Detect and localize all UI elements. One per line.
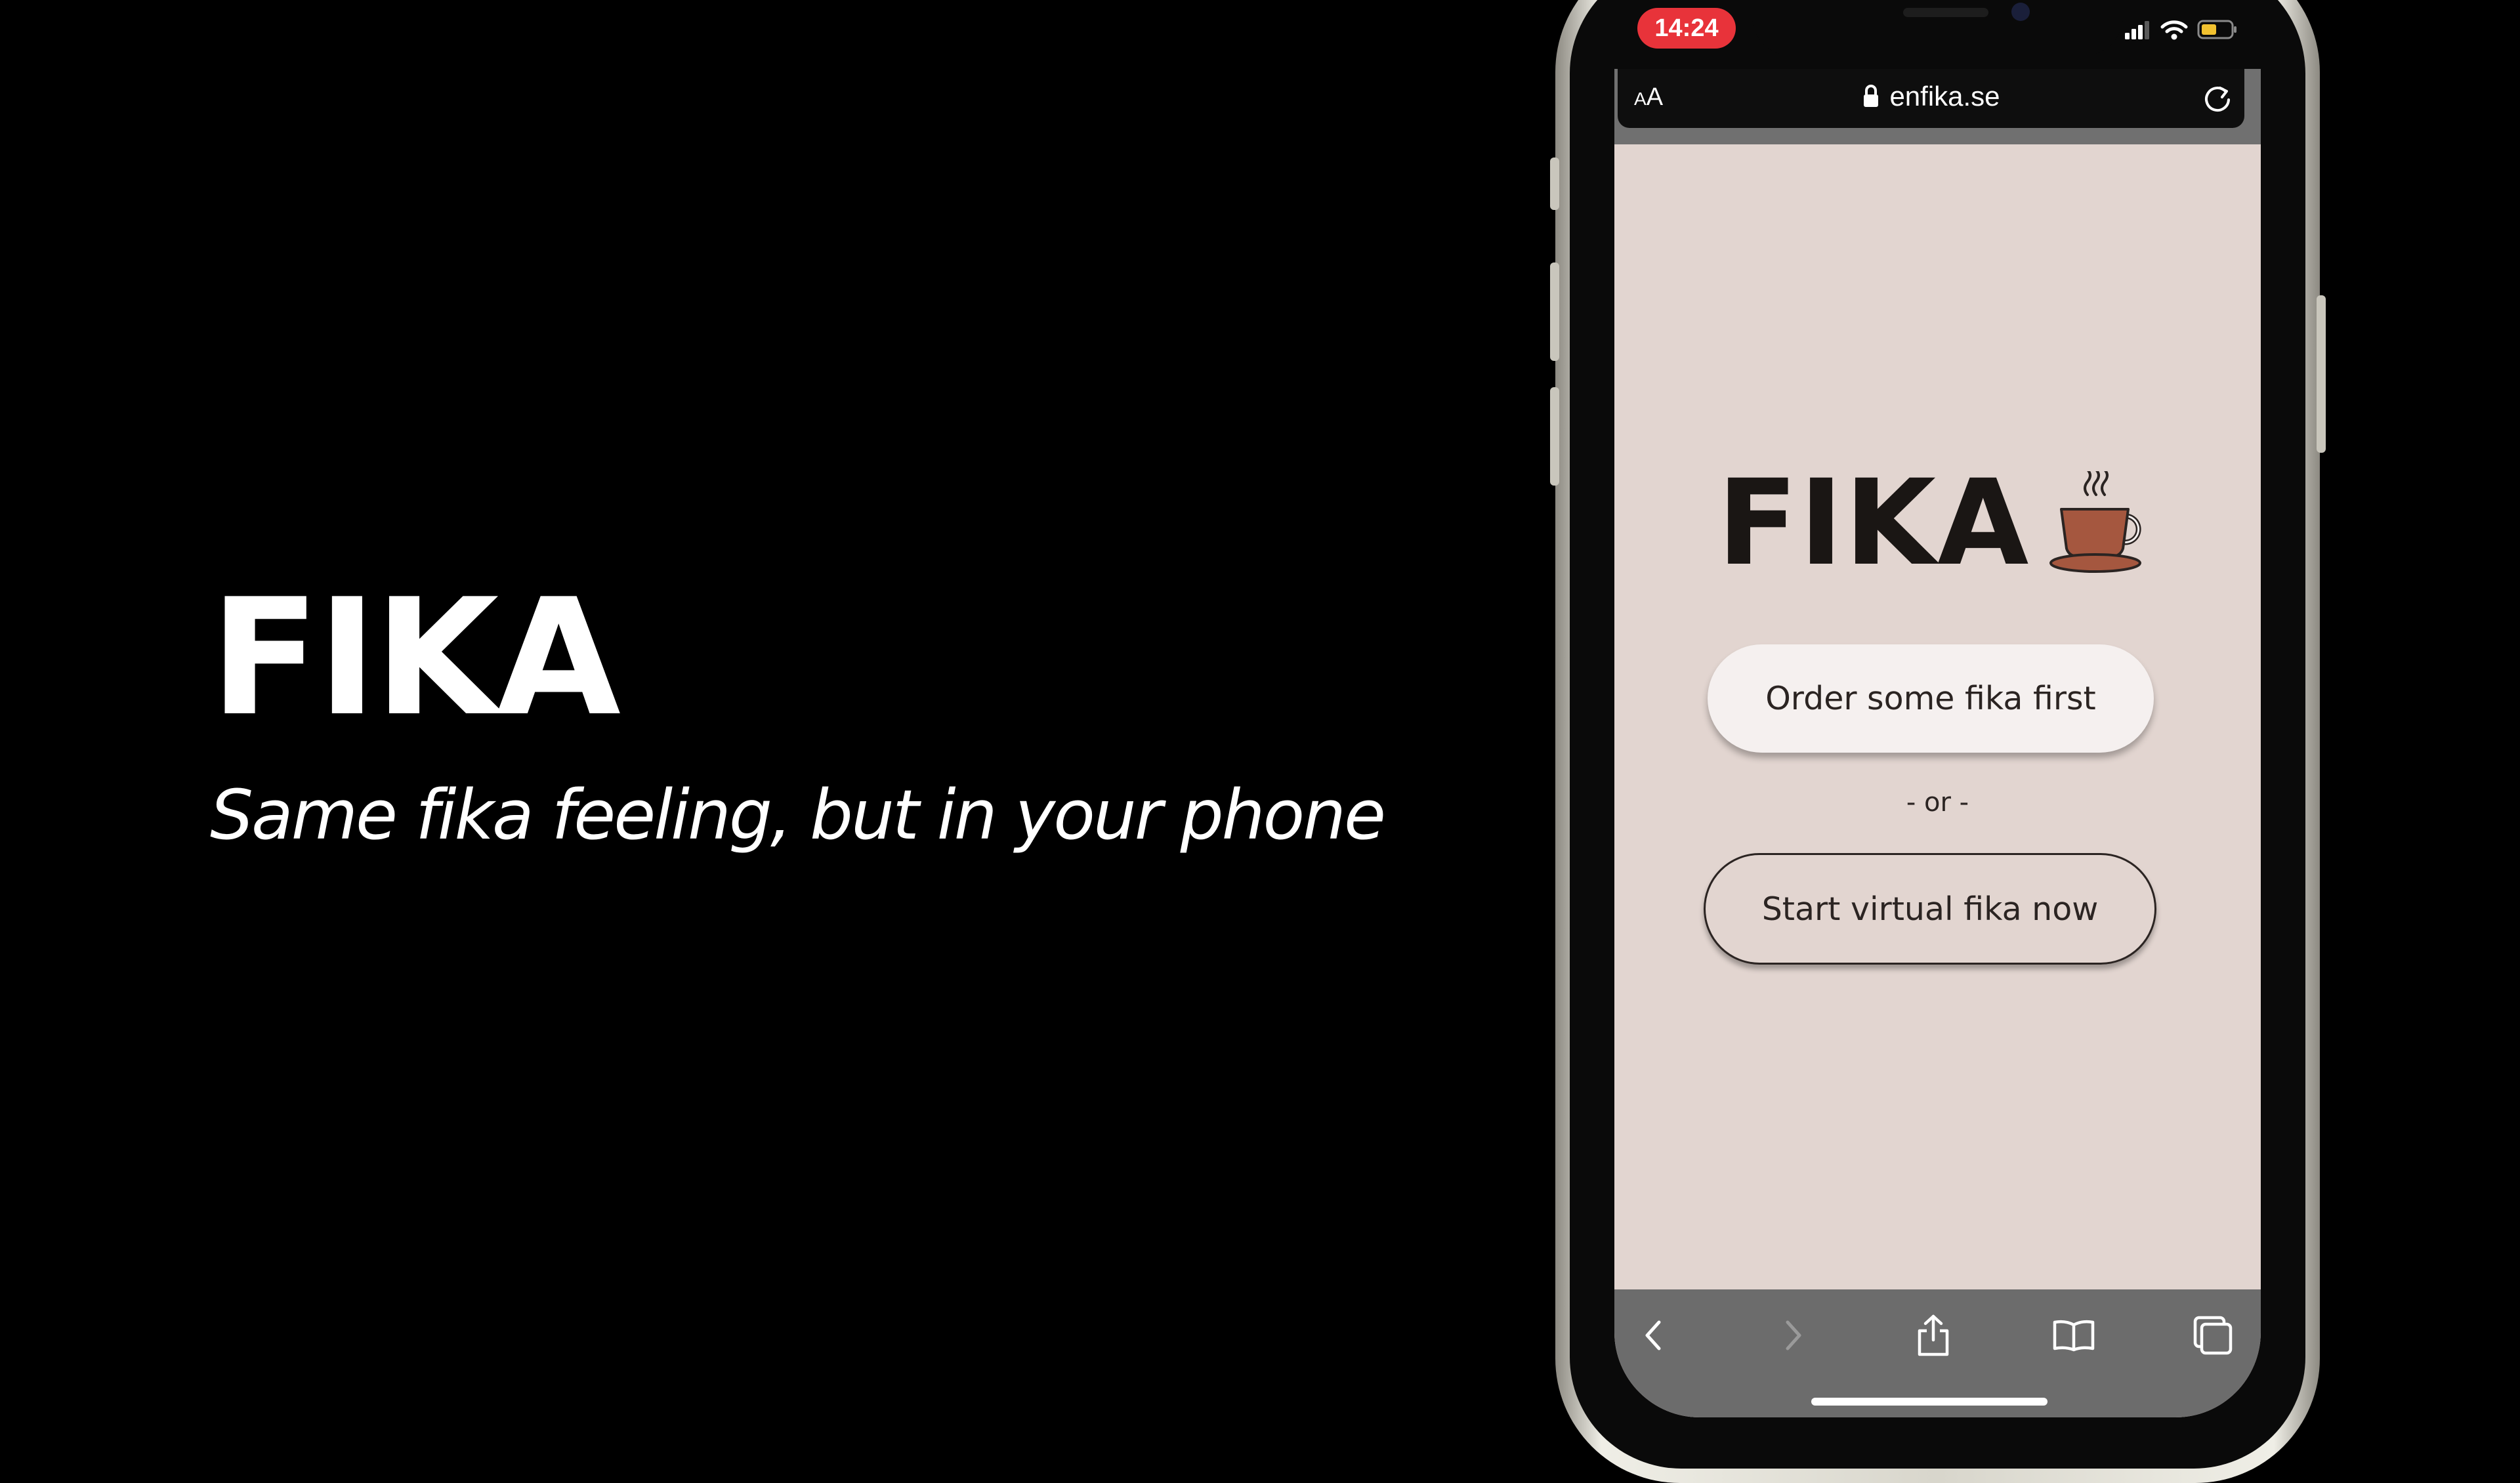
address-bar[interactable]: AA enfika.se [1618, 69, 2244, 128]
notch [1752, 0, 2123, 56]
tabs-button[interactable] [2187, 1309, 2239, 1362]
volume-up-button [1550, 262, 1559, 361]
coffee-cup-icon [2049, 471, 2142, 573]
tabs-icon [2193, 1316, 2233, 1355]
bookmarks-icon [2053, 1320, 2095, 1352]
home-indicator[interactable] [1811, 1398, 2048, 1406]
brand-logo: FIKA [1614, 465, 2261, 583]
status-icons [2124, 13, 2238, 46]
bookmarks-button[interactable] [2048, 1309, 2100, 1362]
start-virtual-fika-button[interactable]: Start virtual fika now [1704, 853, 2156, 965]
order-fika-button[interactable]: Order some fika first [1708, 644, 2154, 753]
volume-down-button [1550, 387, 1559, 486]
speaker [1903, 8, 1988, 17]
signal-icon [2125, 21, 2149, 39]
forward-icon [1786, 1320, 1801, 1350]
brand-name: FIKA [1717, 455, 2030, 592]
lock-icon [1864, 85, 1879, 107]
front-camera [2011, 3, 2030, 21]
reload-icon[interactable] [2200, 82, 2235, 116]
slide-subtitle: Same fika feeling, but in your phone [210, 775, 1386, 855]
status-time[interactable]: 14:24 [1637, 8, 1736, 49]
wifi-icon [2160, 20, 2188, 40]
url-text: enfika.se [1889, 81, 2000, 112]
slide-title: FIKA [210, 564, 621, 751]
battery-icon [2197, 20, 2236, 39]
back-icon [1645, 1320, 1661, 1350]
address-area: AA enfika.se [1614, 69, 2261, 144]
forward-button[interactable] [1767, 1309, 1819, 1362]
or-separator: - or - [1906, 787, 1969, 818]
status-bar: 14:24 [1614, 0, 2261, 69]
back-button[interactable] [1628, 1309, 1680, 1362]
power-button [2317, 295, 2326, 453]
phone-screen: 14:24 AA enfika.se FIKA Order some fika … [1614, 0, 2261, 1417]
page-content: FIKA Order some fika first - or - Start … [1614, 144, 2261, 1289]
mute-switch [1550, 157, 1559, 210]
url-display[interactable]: enfika.se [1618, 81, 2244, 112]
share-button[interactable] [1907, 1309, 1960, 1362]
share-icon [1918, 1314, 1949, 1356]
